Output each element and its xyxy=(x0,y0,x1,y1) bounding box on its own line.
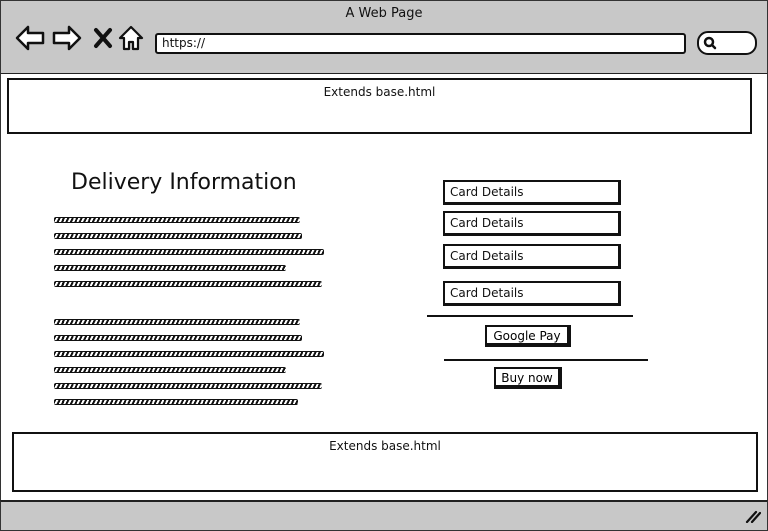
browser-toolbar: A Web Page https:// xyxy=(0,0,768,75)
window-title: A Web Page xyxy=(345,6,423,21)
placeholder-paragraph xyxy=(54,319,324,415)
forward-arrow-icon[interactable] xyxy=(52,23,82,53)
placeholder-text-line xyxy=(54,233,302,239)
status-bar xyxy=(0,500,768,531)
home-icon[interactable] xyxy=(116,23,146,53)
card-details-field[interactable]: Card Details xyxy=(443,244,621,269)
page-viewport: Extends base.html Delivery Information C… xyxy=(0,74,768,500)
card-details-field[interactable]: Card Details xyxy=(443,180,621,205)
placeholder-text-line xyxy=(54,367,286,373)
placeholder-text-line xyxy=(54,265,286,271)
header-placeholder: Extends base.html xyxy=(7,78,752,134)
placeholder-text-line xyxy=(54,249,324,255)
placeholder-paragraph xyxy=(54,217,324,297)
resize-grip-icon[interactable] xyxy=(745,509,761,523)
placeholder-text-line xyxy=(54,281,322,287)
search-icon xyxy=(703,36,717,50)
footer-label: Extends base.html xyxy=(329,439,441,453)
placeholder-text-line xyxy=(54,399,298,405)
buy-now-button[interactable]: Buy now xyxy=(494,367,562,389)
placeholder-text-line xyxy=(54,351,324,357)
url-input[interactable]: https:// xyxy=(155,33,686,54)
placeholder-text-line xyxy=(54,217,300,223)
back-arrow-icon[interactable] xyxy=(15,23,45,53)
placeholder-text-line xyxy=(54,319,300,325)
card-details-field[interactable]: Card Details xyxy=(443,281,621,306)
placeholder-text-line xyxy=(54,335,302,341)
footer-placeholder: Extends base.html xyxy=(12,432,758,492)
close-x-icon[interactable] xyxy=(88,23,118,53)
page-title: Delivery Information xyxy=(71,170,297,195)
divider xyxy=(444,359,648,361)
header-label: Extends base.html xyxy=(323,85,436,99)
google-pay-button[interactable]: Google Pay xyxy=(485,325,571,347)
card-details-field[interactable]: Card Details xyxy=(443,211,621,236)
placeholder-text-line xyxy=(54,383,322,389)
search-box[interactable] xyxy=(697,31,757,55)
divider xyxy=(427,315,633,317)
